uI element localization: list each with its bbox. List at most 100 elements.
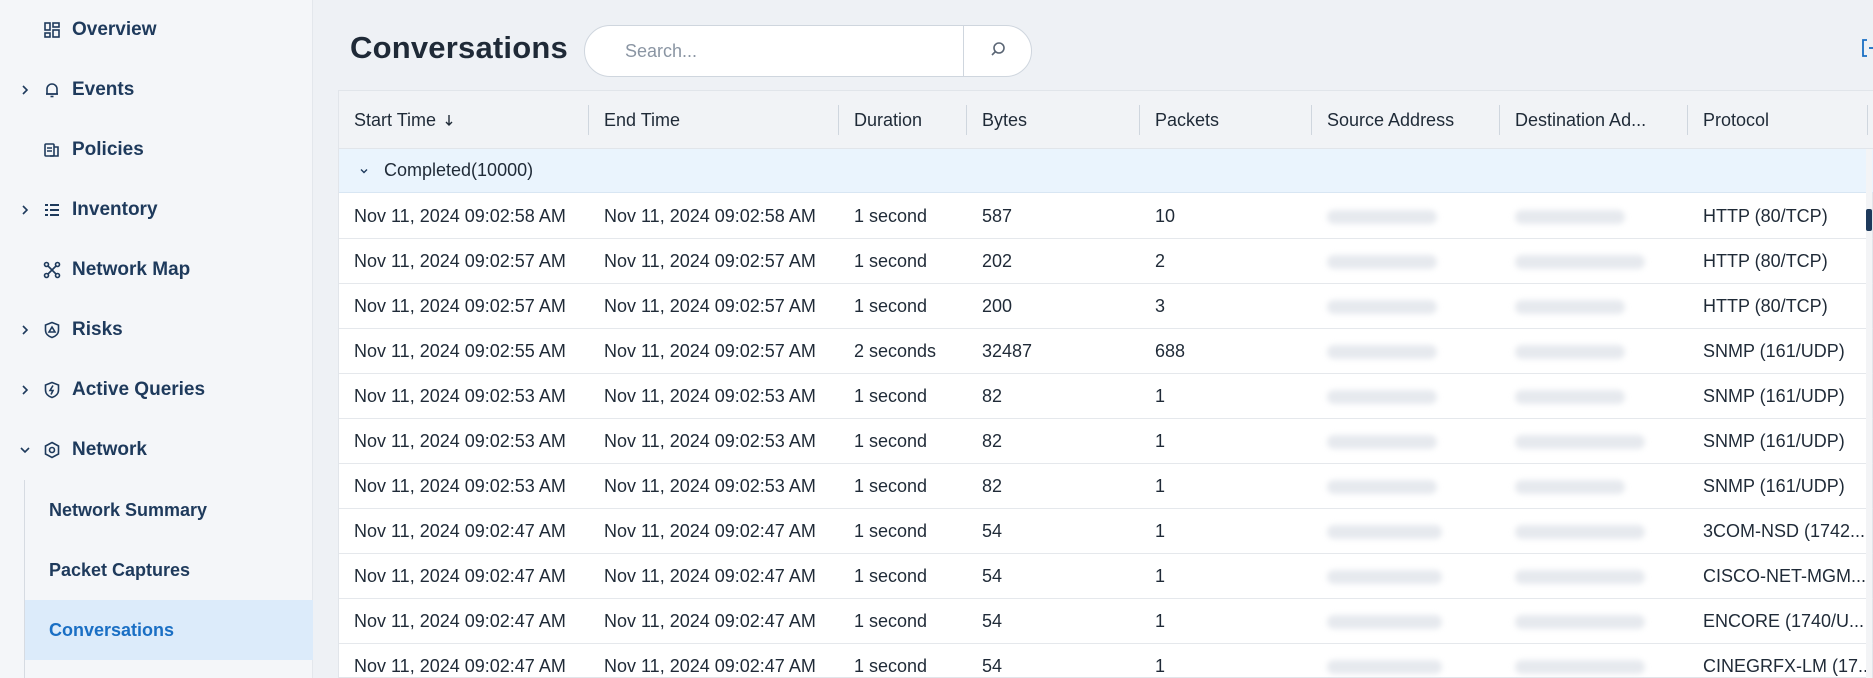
sidebar-item-label: Active Queries — [72, 379, 206, 400]
table-row[interactable]: Nov 11, 2024 09:02:58 AM Nov 11, 2024 09:… — [339, 194, 1873, 239]
column-header-duration[interactable]: Duration — [839, 91, 967, 149]
cell-packets: 1 — [1155, 656, 1166, 676]
cell-duration: 2 seconds — [854, 341, 937, 361]
table-row[interactable]: Nov 11, 2024 09:02:47 AM Nov 11, 2024 09:… — [339, 554, 1873, 599]
sidebar-item-events[interactable]: Events — [0, 60, 313, 120]
column-header-packets[interactable]: Packets — [1140, 91, 1312, 149]
table-row[interactable]: Nov 11, 2024 09:02:47 AM Nov 11, 2024 09:… — [339, 509, 1873, 554]
page-title: Conversations — [350, 30, 568, 65]
chevron-right-icon[interactable] — [18, 83, 32, 97]
column-resize-handle[interactable] — [1867, 105, 1868, 135]
sidebar-item-risks[interactable]: Risks — [0, 300, 313, 360]
redacted-address — [1515, 209, 1625, 224]
cell-destination-address — [1500, 194, 1688, 239]
sidebar-subitem-network-summary[interactable]: Network Summary — [25, 480, 313, 540]
sidebar: Overview Events Policies Inventory Netwo… — [0, 0, 313, 678]
sidebar-item-network-map[interactable]: Network Map — [0, 240, 313, 300]
sidebar-subitem-packet-captures[interactable]: Packet Captures — [25, 540, 313, 600]
cell-end-time: Nov 11, 2024 09:02:58 AM — [604, 206, 816, 226]
cell-protocol: HTTP (80/TCP) — [1703, 296, 1828, 316]
sidebar-item-label: Inventory — [72, 199, 158, 220]
column-header-end-time[interactable]: End Time — [589, 91, 839, 149]
table-row[interactable]: Nov 11, 2024 09:02:57 AM Nov 11, 2024 09:… — [339, 239, 1873, 284]
sidebar-item-label: Risks — [72, 319, 123, 340]
sidebar-item-label: Overview — [72, 19, 157, 40]
redacted-address — [1515, 614, 1645, 629]
search-box — [584, 25, 1032, 77]
main-content: Conversations Start Time End Time Duration… — [313, 0, 1873, 678]
redacted-address — [1327, 659, 1442, 674]
search-button[interactable] — [963, 26, 1031, 76]
chevron-down-icon[interactable] — [357, 164, 371, 178]
column-header-label: Packets — [1155, 109, 1220, 130]
search-input[interactable] — [605, 36, 975, 66]
cell-end-time: Nov 11, 2024 09:02:57 AM — [604, 296, 816, 316]
cell-end-time: Nov 11, 2024 09:02:47 AM — [604, 566, 816, 586]
list-icon — [42, 200, 62, 220]
table-row[interactable]: Nov 11, 2024 09:02:53 AM Nov 11, 2024 09:… — [339, 419, 1873, 464]
column-header-protocol[interactable]: Protocol — [1688, 91, 1868, 149]
redacted-address — [1327, 344, 1437, 359]
cell-destination-address — [1500, 284, 1688, 329]
cell-destination-address — [1500, 554, 1688, 599]
chevron-right-icon[interactable] — [18, 383, 32, 397]
expand-icon[interactable] — [1861, 38, 1873, 60]
cell-source-address — [1312, 599, 1500, 644]
table-row[interactable]: Nov 11, 2024 09:02:53 AM Nov 11, 2024 09:… — [339, 464, 1873, 509]
chevron-down-icon[interactable] — [18, 443, 32, 457]
redacted-address — [1327, 209, 1437, 224]
cell-bytes: 82 — [982, 386, 1003, 406]
cell-bytes: 54 — [982, 611, 1003, 631]
table-row[interactable]: Nov 11, 2024 09:02:55 AM Nov 11, 2024 09:… — [339, 329, 1873, 374]
table-row[interactable]: Nov 11, 2024 09:02:47 AM Nov 11, 2024 09:… — [339, 644, 1873, 678]
sidebar-item-network[interactable]: Network — [0, 420, 313, 480]
sidebar-item-policies[interactable]: Policies — [0, 120, 313, 180]
cell-protocol: CISCO-NET-MGM... — [1703, 566, 1866, 586]
table-row[interactable]: Nov 11, 2024 09:02:57 AM Nov 11, 2024 09:… — [339, 284, 1873, 329]
cell-source-address — [1312, 194, 1500, 239]
sidebar-item-overview[interactable]: Overview — [0, 0, 313, 60]
scrollbar[interactable] — [1866, 149, 1872, 678]
column-header-start-time[interactable]: Start Time — [339, 91, 589, 149]
column-header-source-address[interactable]: Source Address — [1312, 91, 1500, 149]
column-header-bytes[interactable]: Bytes — [967, 91, 1140, 149]
redacted-address — [1515, 524, 1645, 539]
sidebar-subitem-conversations[interactable]: Conversations — [25, 600, 313, 660]
chevron-right-icon[interactable] — [18, 323, 32, 337]
search-icon — [989, 40, 1007, 63]
cell-packets: 1 — [1155, 566, 1166, 586]
cell-destination-address — [1500, 239, 1688, 284]
redacted-address — [1327, 614, 1442, 629]
sidebar-item-active-queries[interactable]: Active Queries — [0, 360, 313, 420]
cell-protocol: SNMP (161/UDP) — [1703, 431, 1845, 451]
redacted-address — [1515, 254, 1645, 269]
cell-end-time: Nov 11, 2024 09:02:53 AM — [604, 386, 816, 406]
redacted-address — [1515, 434, 1645, 449]
bell-icon — [42, 80, 62, 100]
cell-end-time: Nov 11, 2024 09:02:47 AM — [604, 611, 816, 631]
sidebar-item-label: Network — [72, 439, 147, 460]
cell-packets: 10 — [1155, 206, 1176, 226]
cell-destination-address — [1500, 374, 1688, 419]
cell-protocol: SNMP (161/UDP) — [1703, 476, 1845, 496]
redacted-address — [1515, 344, 1625, 359]
column-header-label: Duration — [854, 109, 923, 130]
scrollbar-thumb[interactable] — [1866, 209, 1872, 231]
cell-end-time: Nov 11, 2024 09:02:53 AM — [604, 476, 816, 496]
group-row-completed[interactable]: Completed(10000) — [339, 149, 1873, 193]
column-header-destination-address[interactable]: Destination Ad... — [1500, 91, 1688, 149]
chevron-right-icon[interactable] — [18, 203, 32, 217]
table-row[interactable]: Nov 11, 2024 09:02:53 AM Nov 11, 2024 09:… — [339, 374, 1873, 419]
cell-destination-address — [1500, 644, 1688, 678]
cell-source-address — [1312, 284, 1500, 329]
cell-bytes: 200 — [982, 296, 1013, 316]
cell-bytes: 32487 — [982, 341, 1033, 361]
column-header-label: Destination Ad... — [1515, 109, 1647, 130]
cell-protocol: HTTP (80/TCP) — [1703, 251, 1828, 271]
table-row[interactable]: Nov 11, 2024 09:02:47 AM Nov 11, 2024 09:… — [339, 599, 1873, 644]
sidebar-item-inventory[interactable]: Inventory — [0, 180, 313, 240]
cell-source-address — [1312, 374, 1500, 419]
cell-duration: 1 second — [854, 206, 928, 226]
cell-duration: 1 second — [854, 476, 928, 496]
overview-icon — [42, 20, 62, 40]
